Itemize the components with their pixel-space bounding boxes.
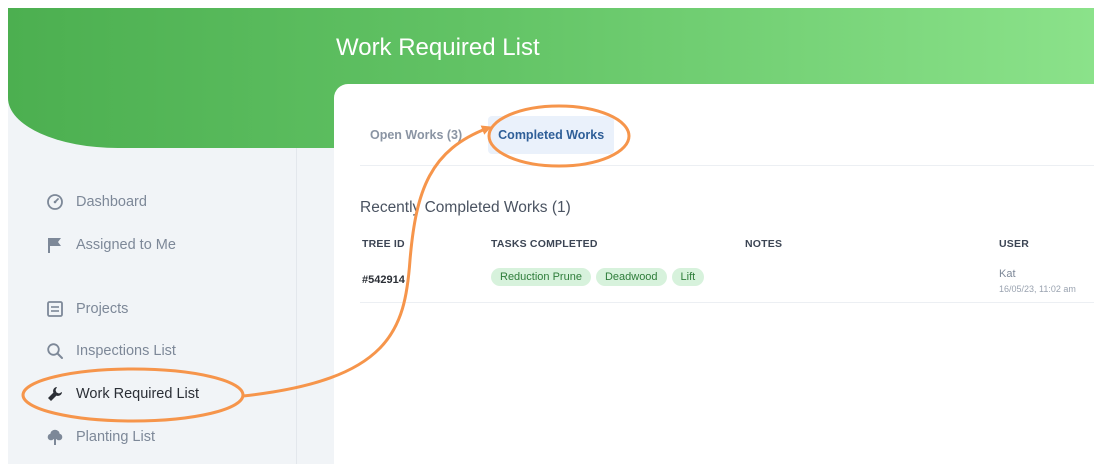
sidebar-item-label: Planting List <box>76 429 155 445</box>
tab-completed-works[interactable]: Completed Works <box>488 116 615 154</box>
tab-open-works[interactable]: Open Works (3) <box>360 116 472 154</box>
content-card: Open Works (3) Completed Works Recently … <box>334 84 1094 464</box>
task-chip: Deadwood <box>595 268 667 286</box>
dashboard-icon <box>44 191 66 213</box>
column-header-user: USER <box>999 238 1029 250</box>
sidebar-item-label: Work Required List <box>76 386 200 402</box>
app-frame: Work Required List Dashboard Assigned to… <box>8 8 1094 464</box>
table-row[interactable]: #542914 Reduction Prune Deadwood Lift Kat … <box>360 262 1094 303</box>
sidebar-item-planting-list[interactable]: Planting List <box>44 425 155 449</box>
flag-icon <box>44 234 66 256</box>
completed-timestamp: 16/05/23, 11:02 am <box>999 284 1076 294</box>
tree-icon <box>44 426 66 448</box>
sidebar-item-label: Projects <box>76 301 129 317</box>
sidebar-item-label: Inspections List <box>76 343 176 359</box>
sidebar-item-work-required-list[interactable]: Work Required List <box>44 382 199 406</box>
column-header-notes: NOTES <box>745 238 783 250</box>
sidebar-item-label: Dashboard <box>76 194 147 210</box>
sidebar-item-dashboard[interactable]: Dashboard <box>44 190 147 214</box>
sidebar-item-label: Assigned to Me <box>76 237 176 253</box>
user-name: Kat <box>999 268 1016 280</box>
projects-icon <box>44 298 66 320</box>
table-header-row: TREE ID TASKS COMPLETED NOTES USER <box>360 234 1094 262</box>
wrench-icon <box>44 383 66 405</box>
task-chip: Lift <box>671 268 705 286</box>
page-title: Work Required List <box>336 34 540 61</box>
tab-divider <box>360 165 1094 166</box>
search-icon <box>44 340 66 362</box>
sidebar-item-inspections-list[interactable]: Inspections List <box>44 339 176 363</box>
tree-id-link[interactable]: #542914 <box>362 274 405 286</box>
column-header-tasks-completed: TASKS COMPLETED <box>491 238 598 250</box>
sidebar: Dashboard Assigned to Me Projects Inspec… <box>8 148 297 464</box>
user-cell: Kat 16/05/23, 11:02 am <box>997 262 1094 303</box>
column-header-tree-id: TREE ID <box>362 238 405 250</box>
task-chip: Reduction Prune <box>491 268 591 286</box>
completed-works-table: TREE ID TASKS COMPLETED NOTES USER #5429… <box>360 234 1094 303</box>
section-title: Recently Completed Works (1) <box>360 199 571 216</box>
notes-cell <box>743 262 997 303</box>
sidebar-item-assigned-to-me[interactable]: Assigned to Me <box>44 233 176 257</box>
tree-id-cell: #542914 <box>360 262 489 303</box>
tab-bar: Open Works (3) Completed Works <box>360 116 615 154</box>
tasks-cell: Reduction Prune Deadwood Lift <box>489 262 743 303</box>
sidebar-item-projects[interactable]: Projects <box>44 297 128 321</box>
